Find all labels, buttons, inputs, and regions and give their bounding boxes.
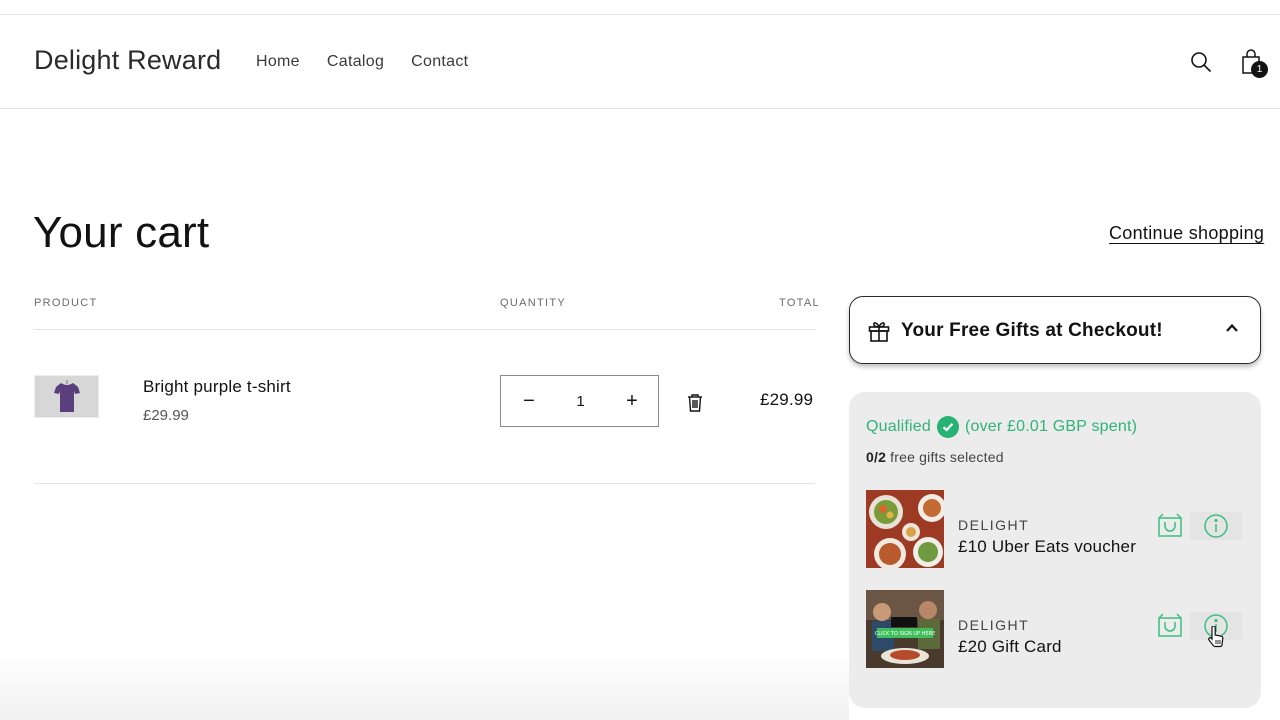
qualified-label: Qualified xyxy=(866,418,931,435)
gift-brand: DELIGHT xyxy=(958,617,1030,633)
gift-item: CLICK TO SIGN UP HERE DELIGHT £20 Gift C… xyxy=(866,590,1246,668)
site-header: Delight Reward Home Catalog Contact 1 xyxy=(0,15,1280,109)
gift-name: £10 Uber Eats voucher xyxy=(958,537,1137,556)
page-title: Your cart xyxy=(33,208,210,257)
nav-contact[interactable]: Contact xyxy=(411,53,468,71)
quantity-input[interactable]: 1 xyxy=(561,393,601,410)
decrease-quantity-button[interactable]: − xyxy=(519,390,539,413)
add-gift-icon[interactable] xyxy=(1157,512,1183,538)
column-header-total: TOTAL xyxy=(779,297,820,309)
free-gifts-title: Your Free Gifts at Checkout! xyxy=(901,320,1163,341)
gifts-selected-count: 0/2 free gifts selected xyxy=(866,449,1004,465)
column-header-quantity: QUANTITY xyxy=(500,297,567,309)
gift-icon xyxy=(867,319,891,348)
brand-logo[interactable]: Delight Reward xyxy=(34,45,221,76)
qualified-status: Qualified (over £0.01 GBP spent) xyxy=(866,416,1137,438)
cart-icon[interactable]: 1 xyxy=(1237,47,1268,78)
check-circle-icon xyxy=(936,416,959,438)
search-icon[interactable] xyxy=(1187,47,1215,77)
free-gifts-panel: Qualified (over £0.01 GBP spent) 0/2 fre… xyxy=(849,392,1261,708)
nav-catalog[interactable]: Catalog xyxy=(327,53,384,71)
gifts-selected-label: free gifts selected xyxy=(890,449,1004,465)
info-icon xyxy=(1204,514,1228,538)
increase-quantity-button[interactable]: + xyxy=(622,390,642,413)
cart-count-badge: 1 xyxy=(1251,61,1268,78)
product-thumbnail[interactable] xyxy=(34,375,99,418)
free-gifts-toggle[interactable]: Your Free Gifts at Checkout! xyxy=(849,296,1261,364)
pointer-cursor-icon xyxy=(1207,625,1225,653)
add-gift-icon[interactable] xyxy=(1157,612,1183,638)
gifts-selected-number: 0/2 xyxy=(866,449,887,465)
nav-home[interactable]: Home xyxy=(256,53,300,71)
gift-brand: DELIGHT xyxy=(958,517,1030,533)
product-unit-price: £29.99 xyxy=(143,407,189,424)
line-item-total: £29.99 xyxy=(760,390,814,409)
gift-image-caption: CLICK TO SIGN UP HERE xyxy=(875,631,935,637)
chevron-up-icon[interactable] xyxy=(1225,321,1239,340)
divider xyxy=(34,329,815,330)
announcement-bar xyxy=(0,0,1280,15)
gift-info-button[interactable] xyxy=(1190,512,1242,540)
continue-shopping-link[interactable]: Continue shopping xyxy=(1109,223,1264,244)
gift-image-diners: CLICK TO SIGN UP HERE xyxy=(866,590,944,668)
quantity-stepper: − 1 + xyxy=(500,375,659,427)
column-header-product: PRODUCT xyxy=(34,297,98,309)
gift-item: DELIGHT £10 Uber Eats voucher xyxy=(866,490,1246,568)
gift-name: £20 Gift Card xyxy=(958,637,1062,656)
qualified-detail: (over £0.01 GBP spent) xyxy=(964,418,1138,435)
gift-image-food xyxy=(866,490,944,568)
product-name[interactable]: Bright purple t-shirt xyxy=(143,377,291,397)
divider xyxy=(34,483,815,484)
trash-icon[interactable] xyxy=(686,393,704,413)
page-bottom-fade xyxy=(0,650,849,720)
main-nav: Home Catalog Contact xyxy=(256,53,468,71)
